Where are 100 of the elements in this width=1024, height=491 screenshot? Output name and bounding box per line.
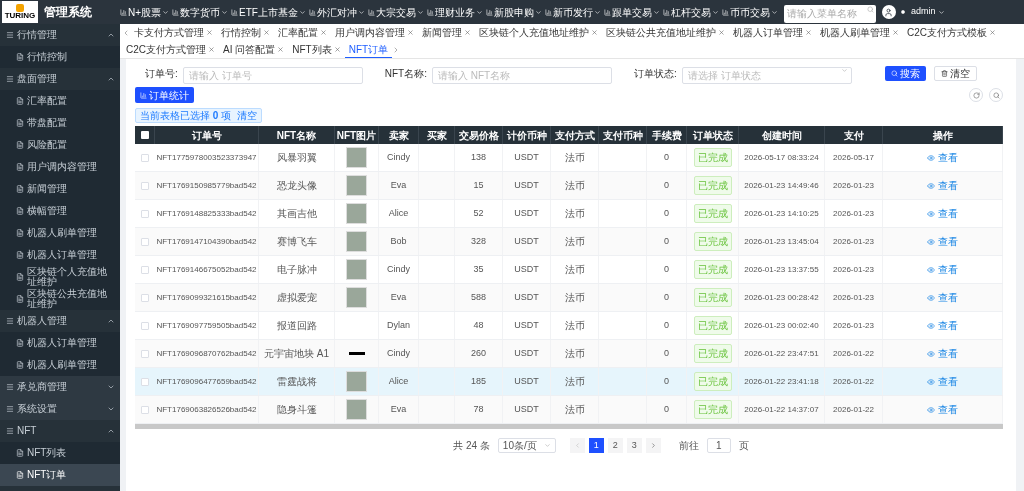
nav-menu-item[interactable]: 杠杆交易 [662,4,719,20]
nav-menu-item[interactable]: ETF上市基金 [231,4,306,20]
close-icon[interactable] [263,29,270,36]
search-button[interactable]: 搜索 [885,66,926,81]
view-link[interactable]: 查看 [927,262,958,277]
sidebar-item[interactable]: NFT列表 [0,442,120,464]
nav-menu-item[interactable]: N+股票 [120,4,170,20]
table-row[interactable]: NFT1769063826526bad542 隐身斗篷 Eva 78 USDT 法币 0 已完成 2026-01-22 14:37:07 2026-01-22 查看 [135,396,1003,424]
table-row[interactable]: NFT1769096477659bad542 雷霆战将 Alice 185 USDT 法币 0 已完成 2026-01-22 23:41:18 2026-01-22 查看 [135,368,1003,396]
nav-menu-item[interactable]: 新币发行 [544,4,601,20]
table-row[interactable]: NFT1769097759505bad542 报道回路 Dylan 48 USDT 法币 0 已完成 2026-01-23 00:02:40 2026-01-23 查看 [135,312,1003,340]
close-icon[interactable] [208,46,215,53]
prev-page-button[interactable] [569,438,585,453]
tab[interactable]: 卡支付方式管理 [130,24,217,41]
view-link[interactable]: 查看 [927,346,958,361]
nav-menu-item[interactable]: 数字货币 [172,4,229,20]
page-size-select[interactable]: 10条/页 [497,438,556,453]
row-checkbox[interactable] [141,209,149,218]
close-icon[interactable] [464,29,471,36]
table-row[interactable]: NFT1769096870762bad542 元宇宙地块 A1 Cindy 260 USDT 法币 0 已完成 2026-01-22 23:47:51 2026-01-22 查看 [135,340,1003,368]
table-row[interactable]: NFT1775978003523373947 风暴羽翼 Cindy 138 USDT 法币 0 已完成 2026-05-17 08:33:24 2026-05-17 查看 [135,144,1003,172]
tab[interactable]: NFT列表 [288,41,345,58]
close-icon[interactable] [591,29,598,36]
sidebar-item[interactable]: 机器人订单管理 [0,244,120,266]
tab[interactable]: 新闻管理 [418,24,475,41]
close-icon[interactable] [989,29,996,36]
table-row[interactable]: NFT1769099321615bad542 虚拟爱宠 Eva 588 USDT 法币 0 已完成 2026-01-23 00:28:42 2026-01-23 查看 [135,284,1003,312]
horizontal-scrollbar[interactable] [135,424,1003,429]
sidebar-item[interactable]: 行情控制 [0,46,120,68]
row-checkbox[interactable] [141,293,149,302]
sidebar-item[interactable]: 区块链公共充值地址维护 [0,288,120,310]
sidebar-item[interactable]: 承兑商管理 [0,376,120,398]
tab[interactable]: NFT订单 [344,41,393,58]
chevron-left-icon[interactable] [122,28,130,37]
row-checkbox[interactable] [141,265,149,274]
sidebar-item[interactable]: 带盘配置 [0,112,120,134]
sidebar-item[interactable]: 系统设置 [0,398,120,420]
page-button[interactable]: 3 [626,438,642,453]
tab[interactable]: AI 问答配置 [219,41,289,58]
close-icon[interactable] [320,29,327,36]
view-link[interactable]: 查看 [927,206,958,221]
sidebar-item[interactable]: 用户调内容管理 [0,156,120,178]
view-link[interactable]: 查看 [927,178,958,193]
nav-menu-item[interactable]: 跟单交易 [603,4,660,20]
table-row[interactable]: NFT1769146675052bad542 电子脉冲 Cindy 35 USDT 法币 0 已完成 2026-01-23 13:37:55 2026-01-23 查看 [135,256,1003,284]
view-link[interactable]: 查看 [927,318,958,333]
nav-menu-item[interactable]: 币币交易 [721,4,778,20]
view-link[interactable]: 查看 [927,150,958,165]
order-stats-button[interactable]: 订单统计 [135,87,194,103]
tab[interactable]: 用户调内容管理 [331,24,418,41]
sidebar-item[interactable]: 机器人刷单管理 [0,354,120,376]
row-checkbox[interactable] [141,153,149,162]
view-link[interactable]: 查看 [927,402,958,417]
row-checkbox[interactable] [141,405,149,414]
sidebar-item[interactable]: NFT订单 [0,464,120,486]
sidebar-item[interactable]: 横幅管理 [0,200,120,222]
select-all-checkbox[interactable] [140,131,149,139]
clear-selection-link[interactable]: 清空 [237,108,258,123]
close-icon[interactable] [892,29,899,36]
view-link[interactable]: 查看 [927,234,958,249]
row-checkbox[interactable] [141,237,149,246]
user-name[interactable]: admin [910,5,936,19]
tab[interactable]: 汇率配置 [274,24,331,41]
tab[interactable]: 区块链公共充值地址维护 [602,24,729,41]
sidebar-item[interactable]: 机器人刷单管理 [0,222,120,244]
tab[interactable]: C2C支付方式模板 [903,24,1000,41]
nav-menu-item[interactable]: 理财业务 [426,4,483,20]
tab[interactable]: 机器人刷单管理 [816,24,903,41]
row-checkbox[interactable] [141,349,149,358]
nav-menu-item[interactable]: 新股申购 [485,4,542,20]
close-icon[interactable] [407,29,414,36]
reset-button[interactable]: 清空 [934,66,977,81]
table-row[interactable]: NFT1769148825333bad542 其画吉他 Alice 52 USDT 法币 0 已完成 2026-01-23 14:10:25 2026-01-23 查看 [135,200,1003,228]
tab[interactable]: C2C支付方式管理 [122,41,219,58]
close-icon[interactable] [206,29,213,36]
next-page-button[interactable] [645,438,661,453]
nav-menu-item[interactable]: 大宗交易 [367,4,424,20]
sidebar-item[interactable]: 机器人订单管理 [0,332,120,354]
tab[interactable]: 区块链个人充值地址维护 [475,24,602,41]
user-avatar[interactable] [881,5,896,19]
row-checkbox[interactable] [141,377,149,386]
sidebar-item[interactable]: 区块链个人充值地址维护 [0,266,120,288]
tab[interactable]: 机器人订单管理 [729,24,816,41]
close-icon[interactable] [805,29,812,36]
table-row[interactable]: NFT1769150985779bad542 恐龙头像 Eva 15 USDT 法币 0 已完成 2026-01-23 14:49:46 2026-01-23 查看 [135,172,1003,200]
sidebar-item[interactable]: 汇率配置 [0,90,120,112]
row-checkbox[interactable] [141,321,149,330]
page-button[interactable]: 2 [607,438,623,453]
input-field[interactable]: 请输入 NFT名称 [432,66,612,84]
close-icon[interactable] [333,46,341,53]
close-icon[interactable] [718,29,725,36]
nav-menu-item[interactable]: 外汇对冲 [308,4,365,20]
sidebar-item[interactable]: 风险配置 [0,134,120,156]
view-link[interactable]: 查看 [927,290,958,305]
row-checkbox[interactable] [141,181,149,190]
table-row[interactable]: NFT1769147104390bad542 赛博飞车 Bob 328 USDT 法币 0 已完成 2026-01-23 13:45:04 2026-01-23 查看 [135,228,1003,256]
sidebar-item[interactable]: 新闻管理 [0,178,120,200]
tab[interactable]: 行情控制 [217,24,274,41]
menu-search-field[interactable]: 请输入菜单名称 [783,4,876,23]
close-icon[interactable] [277,46,285,53]
